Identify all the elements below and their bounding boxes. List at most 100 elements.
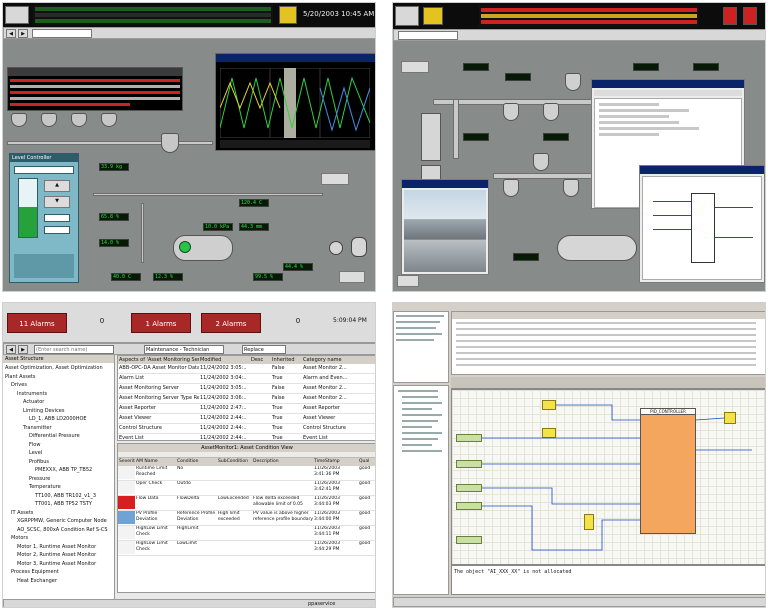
status-indicator[interactable] bbox=[743, 7, 757, 25]
table-row[interactable]: Flow Data FlowDelta LowExceeded Flow delta … bbox=[118, 496, 375, 511]
column-header[interactable]: AM Name bbox=[135, 458, 176, 466]
camera-view-window[interactable] bbox=[401, 179, 489, 275]
tree-item[interactable]: Heat Exchanger bbox=[3, 577, 115, 586]
application-tree[interactable] bbox=[393, 385, 449, 595]
status-indicator[interactable] bbox=[723, 7, 737, 25]
function-block[interactable] bbox=[691, 193, 715, 263]
column-header[interactable]: Modified bbox=[199, 356, 250, 364]
alarm-banner[interactable] bbox=[479, 5, 699, 27]
value-readout[interactable]: 44.4 % bbox=[283, 263, 313, 271]
column-header[interactable]: Category name bbox=[302, 356, 375, 364]
table-row[interactable]: Control Structure 11/24/2002 2:44:.. True C… bbox=[118, 424, 375, 434]
nav-back-button[interactable]: ◀ bbox=[6, 345, 16, 354]
value-readout[interactable]: 65.8 % bbox=[99, 213, 129, 221]
tree-item[interactable]: Instruments bbox=[3, 390, 115, 399]
tree-item[interactable]: Plant Assets bbox=[3, 373, 115, 382]
alarm-count-tile[interactable]: 2 Alarms bbox=[201, 313, 261, 333]
replace-combo[interactable]: Replace bbox=[242, 345, 286, 354]
tree-item[interactable]: Level bbox=[3, 449, 115, 458]
project-explorer[interactable] bbox=[393, 311, 449, 383]
trend-window[interactable] bbox=[215, 53, 375, 151]
nav-button[interactable] bbox=[401, 61, 429, 73]
pump-icon[interactable] bbox=[329, 241, 343, 255]
table-row[interactable]: ABB-OPC-DA Asset Monitor Data11/24/2002 … bbox=[118, 364, 375, 374]
structure-combo[interactable]: Maintenance - Technician bbox=[144, 345, 224, 354]
search-input[interactable] bbox=[398, 31, 458, 40]
up-arrow-button[interactable]: ▲ bbox=[44, 180, 70, 192]
tree-item[interactable]: IT Assets bbox=[3, 509, 115, 518]
table-row[interactable]: HighLow Limit Check HighLimit 11/26/2003 3… bbox=[118, 526, 375, 541]
tree-item[interactable]: Temperature bbox=[3, 483, 115, 492]
alarm-indicator[interactable] bbox=[423, 7, 443, 25]
tree-item[interactable]: TT001, ABB TP52 TSTY bbox=[3, 500, 115, 509]
value-readout[interactable] bbox=[463, 63, 489, 71]
feed-button[interactable] bbox=[397, 275, 419, 287]
value-readout[interactable]: 33.9 kg bbox=[99, 163, 129, 171]
tree-item[interactable]: XGRPPMW, Generic Computer Node bbox=[3, 517, 115, 526]
table-row[interactable]: Runtime Limit Reached No 11/26/2003 3:41:3… bbox=[118, 466, 375, 481]
value-readout[interactable]: 10.0 kPa bbox=[203, 223, 233, 231]
value-readout[interactable]: 44.3 mm bbox=[239, 223, 269, 231]
diagram-canvas[interactable]: PID_CONTROLLER bbox=[451, 389, 765, 565]
tree-item[interactable]: Actuator bbox=[3, 398, 115, 407]
column-header[interactable]: Condition bbox=[176, 458, 217, 466]
alarm-count-tile[interactable]: 1 Alarms bbox=[131, 313, 191, 333]
value-readout[interactable]: 99.5 % bbox=[253, 273, 283, 281]
value-readout[interactable] bbox=[505, 73, 531, 81]
table-row[interactable]: Asset Monitoring Server Type Ref...11/24… bbox=[118, 394, 375, 404]
tree-item[interactable]: Drives bbox=[3, 381, 115, 390]
alarm-indicator[interactable] bbox=[279, 6, 297, 24]
value-readout[interactable] bbox=[513, 253, 539, 261]
faceplate-nav[interactable] bbox=[14, 254, 74, 278]
nav-forward-button[interactable]: ▶ bbox=[18, 345, 28, 354]
table-row[interactable]: Asset Viewer 11/24/2002 2:44:.. True Asset … bbox=[118, 414, 375, 424]
hardware-list[interactable] bbox=[451, 311, 765, 375]
tree-item[interactable]: Motors bbox=[3, 534, 115, 543]
value-readout[interactable]: 120.4 C bbox=[239, 199, 269, 207]
alarm-banner[interactable] bbox=[33, 5, 273, 25]
value-readout[interactable] bbox=[693, 63, 719, 71]
tree-item[interactable]: Flow bbox=[3, 441, 115, 450]
down-arrow-button[interactable]: ▼ bbox=[44, 196, 70, 208]
search-input[interactable] bbox=[32, 29, 92, 38]
value-readout[interactable]: 40.0 C bbox=[111, 273, 141, 281]
table-row[interactable]: PV Profile Deviation Reference Profile De… bbox=[118, 511, 375, 526]
tree-item[interactable]: Motor 1, Runtime Asset Monitor bbox=[3, 543, 115, 552]
table-row[interactable]: Oper Check Outdo 11/26/2003 3:42:41 PM good bbox=[118, 481, 375, 496]
tree-item[interactable]: Profibus bbox=[3, 458, 115, 467]
value-readout[interactable] bbox=[543, 133, 569, 141]
tree-item[interactable]: Motor 2, Runtime Asset Monitor bbox=[3, 551, 115, 560]
tree-item[interactable]: Limiting Devices bbox=[3, 407, 115, 416]
tree-item[interactable]: AO_SCSC, 800xA Condition Ref S-CS bbox=[3, 526, 115, 535]
tree-item[interactable]: Asset Optimization, Asset Optimization bbox=[3, 364, 115, 373]
tree-item[interactable]: TT100, ABB TR102_v1_3 bbox=[3, 492, 115, 501]
value-readout[interactable] bbox=[463, 133, 489, 141]
search-input[interactable] bbox=[34, 345, 114, 354]
column-header[interactable]: Inherited bbox=[271, 356, 302, 364]
aspects-list[interactable]: Aspects of 'Asset Monitoring Server'Modi… bbox=[117, 355, 375, 444]
column-header[interactable]: Severity bbox=[118, 458, 135, 466]
column-header[interactable]: TimeStamp bbox=[313, 458, 358, 466]
tree-item[interactable]: LD_1, ABB LD2000HOE bbox=[3, 415, 115, 424]
table-row[interactable]: Asset Monitoring Server 11/24/2002 3:05:.… bbox=[118, 384, 375, 394]
tree-item[interactable]: Transmitter bbox=[3, 424, 115, 433]
faceplate-window[interactable]: Level Controller ▲ ▼ bbox=[9, 153, 79, 283]
value-readout[interactable]: 12.3 % bbox=[153, 273, 183, 281]
value-readout[interactable]: 14.0 % bbox=[99, 239, 129, 247]
table-row[interactable]: Asset Reporter 11/24/2002 2:47:.. True Asse… bbox=[118, 404, 375, 414]
nav-back-button[interactable]: ◀ bbox=[6, 29, 16, 38]
tree-item[interactable]: Process Equipment bbox=[3, 568, 115, 577]
column-header[interactable]: Desc bbox=[250, 356, 271, 364]
asset-structure-tree[interactable]: Asset Structure Asset Optimization, Asse… bbox=[3, 355, 115, 599]
control-diagram-window[interactable] bbox=[639, 165, 765, 283]
tree-item[interactable]: Differential Pressure bbox=[3, 432, 115, 441]
tree-item[interactable]: Motor 3, Runtime Asset Monitor bbox=[3, 560, 115, 569]
column-header[interactable]: SubCondition bbox=[217, 458, 252, 466]
discharge-button[interactable] bbox=[321, 173, 349, 185]
alarm-count-tile[interactable]: 11 Alarms bbox=[7, 313, 67, 333]
condition-view[interactable]: AssetMonitor1: Asset Condition View Seve… bbox=[117, 443, 375, 593]
table-row[interactable]: Alarm List 11/24/2002 3:04:.. True Alarm an… bbox=[118, 374, 375, 384]
discharge-button[interactable] bbox=[339, 271, 365, 283]
column-header[interactable]: Qual bbox=[358, 458, 375, 466]
value-readout[interactable] bbox=[633, 63, 659, 71]
